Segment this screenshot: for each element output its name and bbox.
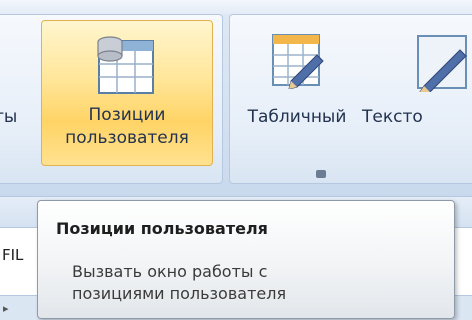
- user-positions-button[interactable]: Позиции пользователя: [41, 20, 213, 166]
- ribbon-top-edge: [0, 0, 472, 14]
- expand-arrow-icon[interactable]: ▸: [3, 302, 9, 315]
- user-positions-label-line1: Позиции: [88, 105, 166, 125]
- user-positions-label-line2: пользователя: [65, 128, 189, 148]
- table-mode-label: Табличный: [247, 107, 347, 127]
- screen-tip-description-line2: позициями пользователя: [72, 284, 287, 303]
- database-table-icon: [93, 35, 159, 101]
- screen-tip-description-line1: Вызвать окно работы с: [72, 262, 268, 281]
- group-caption-fragment: [316, 170, 326, 178]
- table-edit-icon: [271, 31, 325, 95]
- ribbon: ты Позиции пользователя: [0, 0, 472, 196]
- screen-tip-title: Позиции пользователя: [56, 219, 268, 238]
- pencil-icon: [410, 32, 470, 98]
- screen-tip: Позиции пользователя Вызвать окно работы…: [37, 200, 455, 319]
- ribbon-button-cut-label[interactable]: ты: [0, 106, 34, 128]
- background-field-label: FIL: [2, 246, 24, 264]
- text-mode-label: Тексто: [362, 107, 423, 127]
